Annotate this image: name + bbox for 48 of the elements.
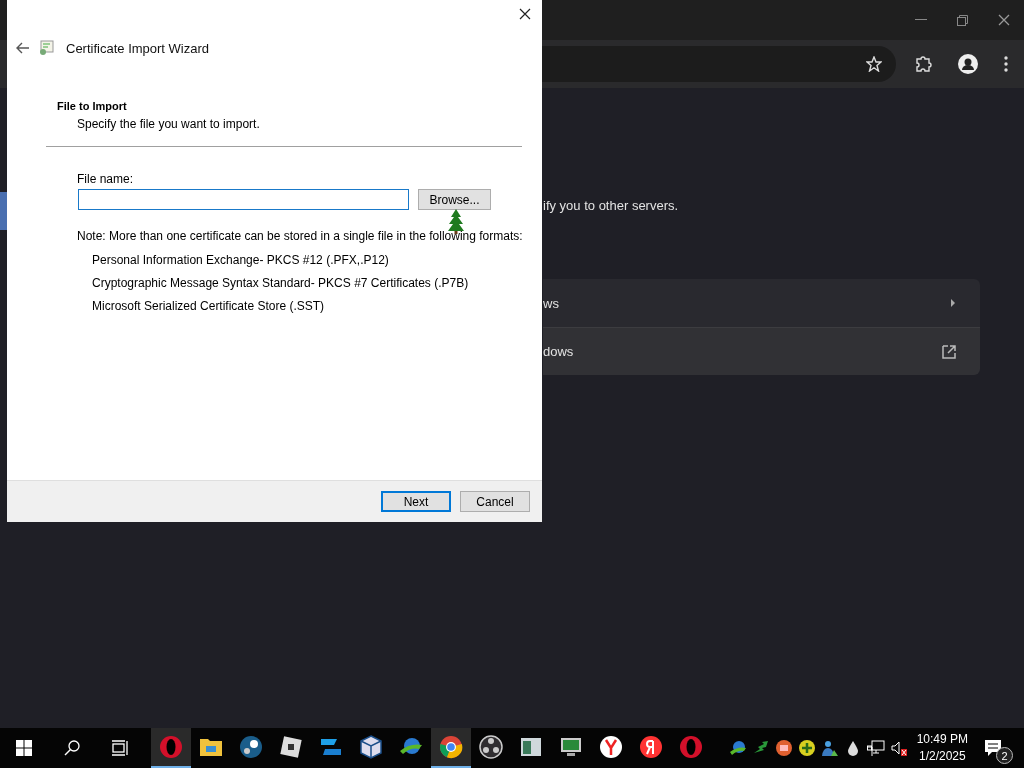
search-icon[interactable] — [64, 740, 80, 756]
notification-count: 2 — [996, 747, 1013, 764]
selection-marker — [0, 192, 7, 230]
app-icon[interactable] — [775, 739, 794, 757]
dialog-button[interactable]: Next — [381, 491, 451, 512]
clock-time[interactable]: 10:49 PM — [916, 731, 968, 748]
monitor-icon[interactable] — [559, 735, 583, 759]
star-icon[interactable] — [866, 56, 882, 72]
people-icon[interactable] — [821, 739, 840, 757]
network-icon[interactable] — [867, 739, 886, 757]
external-link-icon — [942, 344, 956, 359]
caret-icon — [950, 298, 956, 308]
cube-icon[interactable] — [279, 735, 303, 759]
description-text: ify you to other servers. — [543, 198, 680, 213]
restore-icon[interactable] — [957, 14, 968, 26]
menu-icon[interactable] — [1004, 56, 1008, 72]
puzzle-icon[interactable] — [914, 55, 932, 73]
box-icon[interactable] — [359, 735, 383, 759]
format-item: Microsoft Serialized Certificate Store (.SST) — [92, 299, 326, 313]
muted-speaker-icon[interactable] — [890, 739, 909, 757]
browser-icon[interactable] — [599, 735, 623, 759]
plus-icon[interactable] — [798, 739, 817, 757]
section-description: Specify the file you want to import. — [77, 117, 261, 131]
back-arrow-icon[interactable] — [16, 42, 30, 54]
note-text: Note: More than one certificate can be stored in a single file in the following formats: — [77, 229, 524, 243]
minimize-icon[interactable] — [915, 19, 927, 21]
row-label: dows — [543, 344, 574, 359]
task-view-icon[interactable] — [111, 740, 129, 756]
dialog-button[interactable]: Cancel — [460, 491, 530, 512]
app-window-icon[interactable] — [519, 735, 543, 759]
settings-row[interactable]: dows — [543, 327, 980, 375]
browse-button[interactable]: Browse... — [418, 189, 491, 210]
close-icon[interactable] — [519, 8, 531, 20]
format-item: Cryptographic Message Syntax Standard- PKCS #7 Certificates (.P7B) — [92, 276, 470, 290]
clock-date[interactable]: 1/2/2025 — [918, 748, 966, 765]
window-title: Certificate Import Wizard — [66, 40, 210, 56]
start-icon[interactable] — [16, 740, 32, 756]
file-name-field[interactable] — [78, 189, 409, 210]
settings-row[interactable]: ws — [543, 279, 980, 327]
field-label: File name: — [77, 172, 135, 186]
close-icon[interactable] — [998, 14, 1010, 26]
profile-icon[interactable] — [958, 54, 978, 74]
notification-icon[interactable] — [984, 739, 1004, 757]
certificate-icon — [38, 39, 56, 57]
row-label: ws — [543, 295, 559, 311]
globe-icon[interactable] — [729, 739, 748, 757]
section-heading: File to Import — [57, 100, 128, 112]
format-item: Personal Information Exchange- PKCS #12 (.PFX,.P12) — [92, 253, 390, 267]
